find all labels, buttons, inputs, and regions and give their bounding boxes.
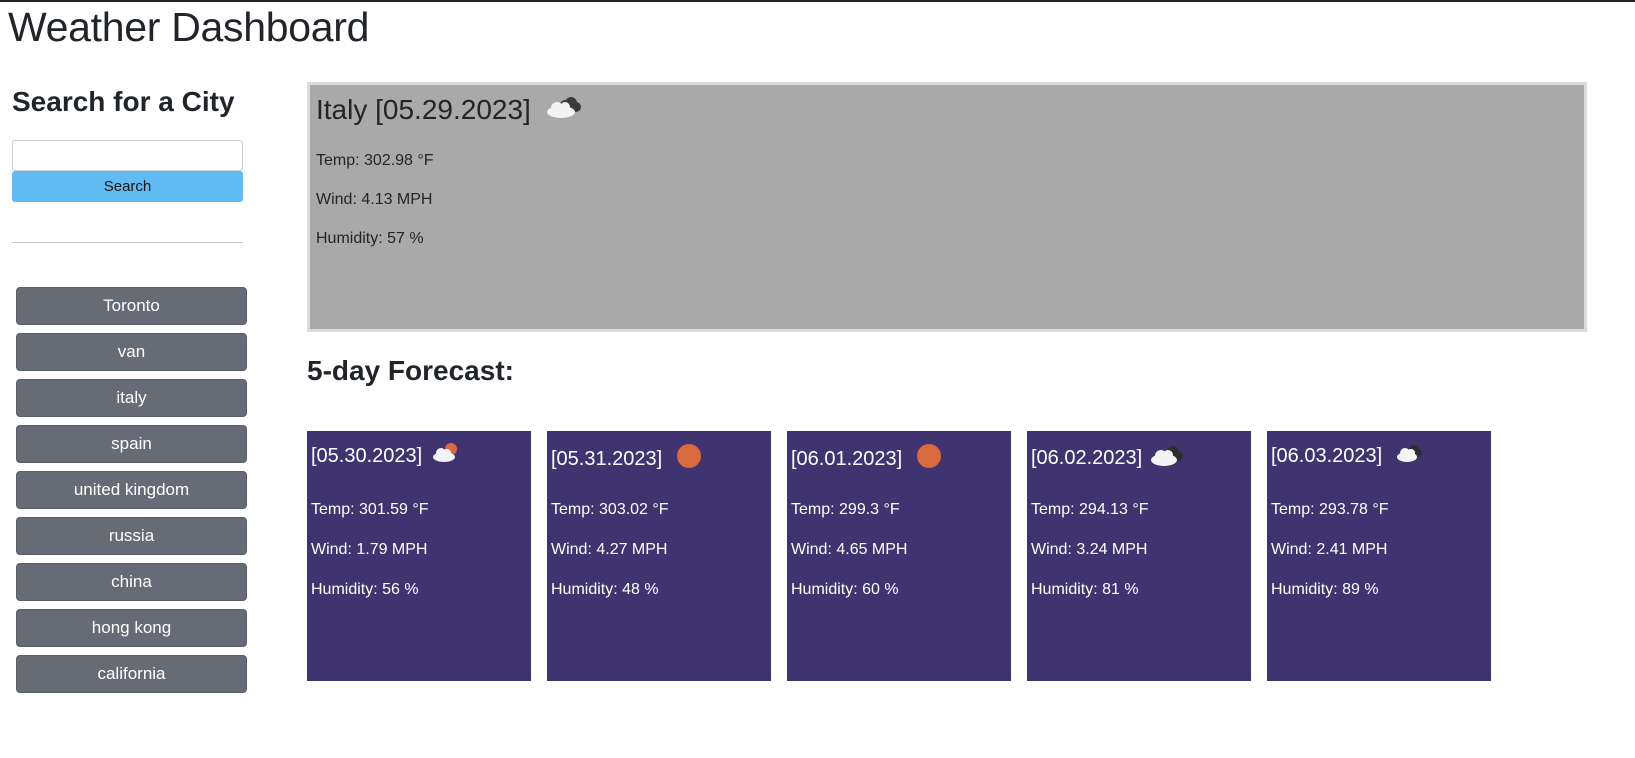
current-weather-card: Italy [05.29.2023] Temp: 302.98 °F Wind:… bbox=[307, 82, 1587, 332]
sun-icon bbox=[916, 443, 942, 475]
forecast-card: [06.03.2023] Temp: 293.78 °F Wind: 2.41 … bbox=[1267, 431, 1491, 681]
forecast-humidity: Humidity: 60 % bbox=[791, 581, 899, 598]
cloudy-icon bbox=[1150, 443, 1184, 473]
page-title: Weather Dashboard bbox=[8, 4, 370, 50]
search-input[interactable] bbox=[12, 140, 243, 171]
forecast-temp: Temp: 293.78 °F bbox=[1271, 501, 1389, 518]
history-item-spain[interactable]: spain bbox=[16, 425, 247, 463]
forecast-wind: Wind: 2.41 MPH bbox=[1271, 541, 1388, 558]
history-item-california[interactable]: california bbox=[16, 655, 247, 693]
search-button[interactable]: Search bbox=[12, 171, 243, 202]
forecast-temp: Temp: 294.13 °F bbox=[1031, 501, 1149, 518]
sidebar-divider bbox=[12, 242, 243, 243]
forecast-wind: Wind: 3.24 MPH bbox=[1031, 541, 1148, 558]
forecast-date: [06.02.2023] bbox=[1031, 446, 1143, 469]
forecast-temp: Temp: 303.02 °F bbox=[551, 501, 669, 518]
forecast-humidity: Humidity: 56 % bbox=[311, 581, 419, 598]
forecast-wind: Wind: 4.65 MPH bbox=[791, 541, 908, 558]
current-temp: Temp: 302.98 °F bbox=[316, 152, 434, 169]
forecast-date-row: [06.02.2023] bbox=[1031, 443, 1184, 473]
partly-cloudy-icon bbox=[432, 443, 460, 469]
forecast-date-row: [06.01.2023] bbox=[791, 443, 942, 475]
history-item-russia[interactable]: russia bbox=[16, 517, 247, 555]
history-item-hong-kong[interactable]: hong kong bbox=[16, 609, 247, 647]
forecast-date-row: [06.03.2023] bbox=[1271, 443, 1424, 469]
history-item-united-kingdom[interactable]: united kingdom bbox=[16, 471, 247, 509]
forecast-date: [06.03.2023] bbox=[1271, 444, 1383, 467]
forecast-wind: Wind: 4.27 MPH bbox=[551, 541, 668, 558]
current-city-date: Italy [05.29.2023] bbox=[316, 93, 531, 125]
current-weather-title: Italy [05.29.2023] bbox=[316, 93, 583, 126]
history-item-italy[interactable]: italy bbox=[16, 379, 247, 417]
top-border bbox=[0, 0, 1635, 2]
forecast-card: [06.02.2023] Temp: 294.13 °F Wind: 3.24 … bbox=[1027, 431, 1251, 681]
forecast-humidity: Humidity: 89 % bbox=[1271, 581, 1379, 598]
forecast-date-row: [05.30.2023] bbox=[311, 443, 460, 469]
forecast-humidity: Humidity: 48 % bbox=[551, 581, 659, 598]
forecast-humidity: Humidity: 81 % bbox=[1031, 581, 1139, 598]
history-item-toronto[interactable]: Toronto bbox=[16, 287, 247, 325]
forecast-date: [05.30.2023] bbox=[311, 444, 423, 467]
forecast-temp: Temp: 299.3 °F bbox=[791, 501, 900, 518]
search-heading: Search for a City bbox=[12, 86, 235, 117]
cloudy-icon bbox=[1396, 443, 1424, 469]
forecast-card: [06.01.2023] Temp: 299.3 °F Wind: 4.65 M… bbox=[787, 431, 1011, 681]
forecast-temp: Temp: 301.59 °F bbox=[311, 501, 429, 518]
forecast-date-row: [05.31.2023] bbox=[551, 443, 702, 475]
forecast-wind: Wind: 1.79 MPH bbox=[311, 541, 428, 558]
search-history-list: Toronto van italy spain united kingdom r… bbox=[16, 287, 247, 701]
history-item-van[interactable]: van bbox=[16, 333, 247, 371]
sun-icon bbox=[676, 443, 702, 475]
cloudy-icon bbox=[545, 93, 583, 126]
current-wind: Wind: 4.13 MPH bbox=[316, 191, 433, 208]
forecast-date: [05.31.2023] bbox=[551, 447, 663, 470]
forecast-date: [06.01.2023] bbox=[791, 447, 903, 470]
current-humidity: Humidity: 57 % bbox=[316, 230, 424, 247]
forecast-heading: 5-day Forecast: bbox=[307, 355, 514, 386]
forecast-card: [05.30.2023] Temp: 301.59 °F Wind: 1.79 … bbox=[307, 431, 531, 681]
forecast-card: [05.31.2023] Temp: 303.02 °F Wind: 4.27 … bbox=[547, 431, 771, 681]
history-item-china[interactable]: china bbox=[16, 563, 247, 601]
